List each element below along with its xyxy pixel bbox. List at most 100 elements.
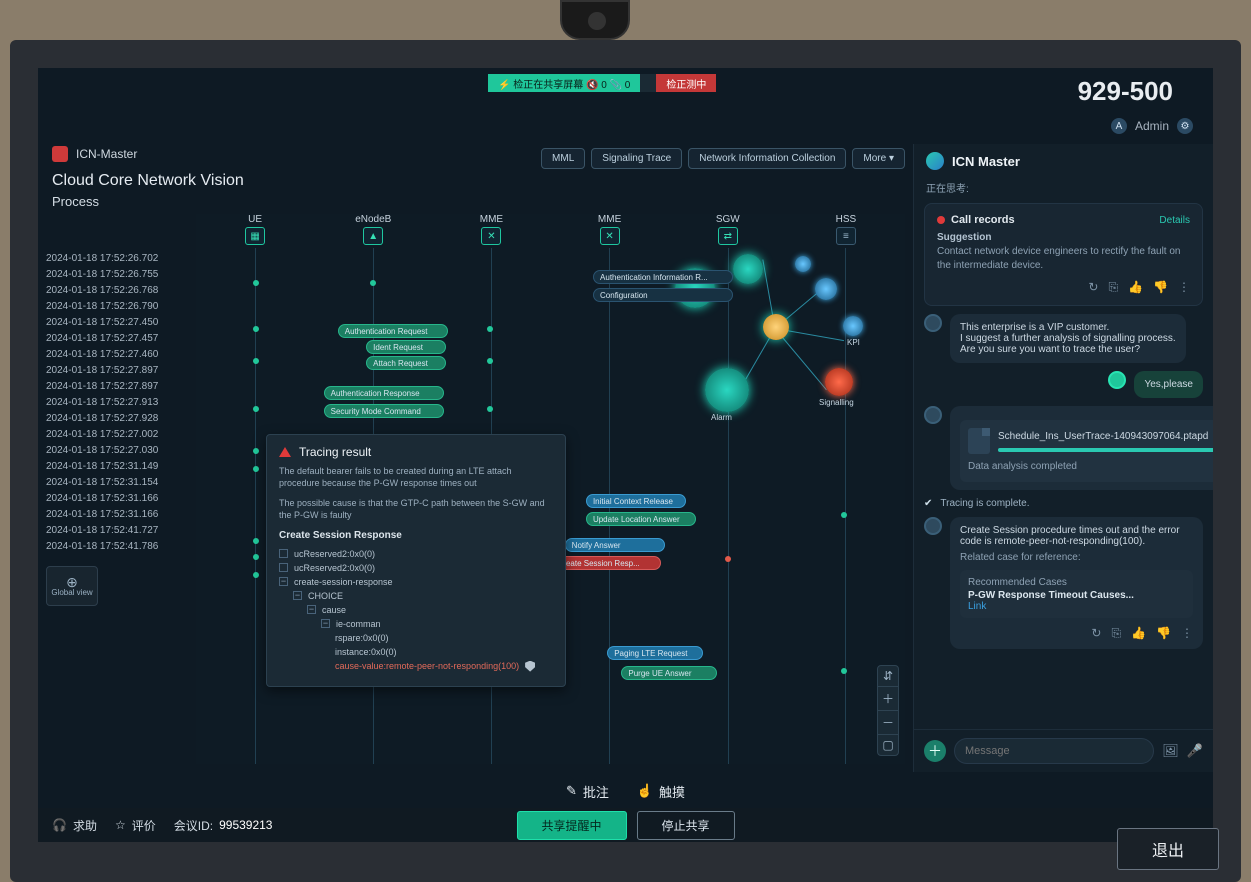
recommended-cases-box: Recommended Cases P-GW Response Timeout … (960, 570, 1193, 618)
topology-cluster[interactable]: Alarm Signalling KPI (665, 258, 895, 438)
workspace: 2024-01-18 17:52:26.702 2024-01-18 17:52… (46, 214, 905, 764)
checkbox-icon[interactable] (279, 563, 288, 572)
add-button[interactable]: ＋ (924, 740, 946, 762)
zoom-in-button[interactable]: ＋ (878, 687, 898, 711)
app-main: ICN-Master Cloud Core Network Vision Pro… (38, 144, 1213, 772)
meeting-bar: 🎧 求助 ☆ 评价 会议ID: 99539213 共享提醒中 停止共享 (38, 808, 1213, 842)
msg-notify[interactable]: Notify Answer (565, 538, 665, 552)
response-tree[interactable]: ucReserved2:0x0(0) ucReserved2:0x0(0) cr… (279, 547, 553, 674)
file-progress (998, 448, 1213, 452)
msg-create-session[interactable]: Create Session Resp... (551, 556, 661, 570)
brand-logo-icon (52, 146, 68, 162)
lane-mme2: MME✕ (551, 214, 669, 248)
details-link[interactable]: Details (1159, 215, 1190, 226)
fit-button[interactable]: ▢ (878, 735, 898, 755)
checkbox-icon[interactable] (279, 549, 288, 558)
collapse-icon[interactable] (321, 619, 330, 628)
msg-attach-req[interactable]: Attach Request (366, 356, 446, 370)
msg-init-ctx[interactable]: Initial Context Release (586, 494, 686, 508)
camera-bezel (560, 0, 630, 40)
msg-paging[interactable]: Paging LTE Request (607, 646, 703, 660)
global-view-label: Global view (51, 589, 92, 597)
rate-button[interactable]: ☆ 评价 (115, 817, 156, 834)
enodeb-icon: ▲ (363, 227, 383, 245)
image-icon[interactable]: 🖼 (1162, 743, 1179, 759)
mic-icon[interactable]: 🎤 (1187, 743, 1203, 759)
swimlanes: Alarm Signalling KPI Authentication Info… (196, 248, 905, 764)
collapse-icon[interactable] (307, 605, 316, 614)
msg-purge-ue[interactable]: Purge UE Answer (621, 666, 717, 680)
timestamp: 2024-01-18 17:52:27.928 (46, 414, 196, 424)
touch-button[interactable]: ☝ 触摸 (637, 782, 685, 801)
timestamp: 2024-01-18 17:52:27.913 (46, 398, 196, 408)
copy-icon[interactable]: ⎘ (1111, 626, 1121, 641)
help-button[interactable]: 🎧 求助 (52, 817, 97, 834)
exit-button[interactable]: 退出 (1117, 828, 1219, 870)
refresh-icon[interactable]: ↻ (1091, 626, 1101, 641)
message-input[interactable] (954, 738, 1154, 764)
collapse-icon[interactable] (293, 591, 302, 600)
admin-label: Admin (1135, 119, 1169, 133)
collapse-icon[interactable] (279, 577, 288, 586)
alert-dot-icon (937, 216, 945, 224)
thumbs-down-icon[interactable]: 👎 (1156, 626, 1171, 641)
network-info-collection-button[interactable]: Network Information Collection (688, 148, 846, 169)
hss-icon: ≡ (836, 227, 856, 245)
move-up-button[interactable]: ⇵ (878, 666, 898, 687)
annotation-toolbar: ✎ 批注 ☝ 触摸 (38, 776, 1213, 806)
kpi-label: KPI (847, 338, 860, 347)
lane-ue: UE▦ (196, 214, 314, 248)
timestamp: 2024-01-18 17:52:26.702 (46, 254, 196, 264)
rec-link[interactable]: Link (968, 601, 1185, 612)
sharing-button[interactable]: 共享提醒中 (516, 811, 626, 840)
copy-icon[interactable]: ⎘ (1108, 280, 1118, 295)
card-actions: ↻ ⎘ 👍 👎 ⋮ (960, 626, 1193, 641)
user-icon: A (1111, 118, 1127, 134)
shield-icon (525, 661, 535, 672)
more-icon[interactable]: ⋮ (1181, 626, 1193, 641)
mml-button[interactable]: MML (541, 148, 585, 169)
msg-auth-resp[interactable]: Authentication Response (324, 386, 444, 400)
globe-icon[interactable]: ⚙ (1177, 118, 1193, 134)
warning-icon (279, 447, 291, 457)
timestamp: 2024-01-18 17:52:27.002 (46, 430, 196, 440)
more-button[interactable]: More (852, 148, 905, 169)
thumbs-down-icon[interactable]: 👎 (1153, 280, 1168, 295)
more-icon[interactable]: ⋮ (1178, 280, 1190, 295)
msg-auth-req[interactable]: Authentication Request (338, 324, 448, 338)
page-subtitle: Process (52, 194, 899, 209)
panel-section: Create Session Response (279, 530, 553, 541)
lane-enodeb: eNodeB▲ (314, 214, 432, 248)
signaling-trace-button[interactable]: Signaling Trace (591, 148, 682, 169)
timestamp: 2024-01-18 17:52:27.030 (46, 446, 196, 456)
timestamp-column: 2024-01-18 17:52:26.702 2024-01-18 17:52… (46, 214, 196, 764)
global-view-button[interactable]: ⊕ Global view (46, 566, 98, 606)
stop-sharing-button[interactable]: 停止共享 (637, 811, 735, 840)
file-attachment[interactable]: Schedule_Ins_UserTrace-140943097064.ptap… (960, 420, 1213, 482)
annotate-button[interactable]: ✎ 批注 (566, 782, 609, 801)
room-code: 929-500 (1078, 76, 1173, 107)
sgw-icon: ⇄ (718, 227, 738, 245)
msg-auth-info[interactable]: Authentication Information R... (593, 270, 733, 284)
msg-update-loc[interactable]: Update Location Answer (586, 512, 696, 526)
admin-area[interactable]: A Admin ⚙ (1111, 118, 1193, 134)
app-header: A Admin ⚙ (38, 112, 1213, 140)
call-records-card: Call records Details Suggestion Contact … (924, 203, 1203, 306)
zoom-controls: ⇵ ＋ － ▢ (877, 665, 899, 756)
panel-title-row: Tracing result (279, 445, 553, 459)
sequence-diagram[interactable]: UE▦ eNodeB▲ MME✕ MME✕ SGW⇄ HSS≡ (196, 214, 905, 764)
alarm-label: Alarm (711, 413, 732, 422)
assistant-avatar-icon (924, 406, 942, 424)
msg-sec-mode[interactable]: Security Mode Command (324, 404, 444, 418)
thumbs-up-icon[interactable]: 👍 (1131, 626, 1146, 641)
panel-title: Tracing result (299, 445, 371, 459)
assistant-message-2: Create Session procedure times out and t… (924, 517, 1203, 649)
refresh-icon[interactable]: ↻ (1088, 280, 1098, 295)
thumbs-up-icon[interactable]: 👍 (1128, 280, 1143, 295)
globe-icon: ⊕ (66, 575, 78, 589)
msg-ident-req[interactable]: Ident Request (366, 340, 446, 354)
timestamp: 2024-01-18 17:52:41.786 (46, 542, 196, 552)
zoom-out-button[interactable]: － (878, 711, 898, 735)
msg-config[interactable]: Configuration (593, 288, 733, 302)
related-case-label: Related case for reference: (960, 551, 1193, 565)
